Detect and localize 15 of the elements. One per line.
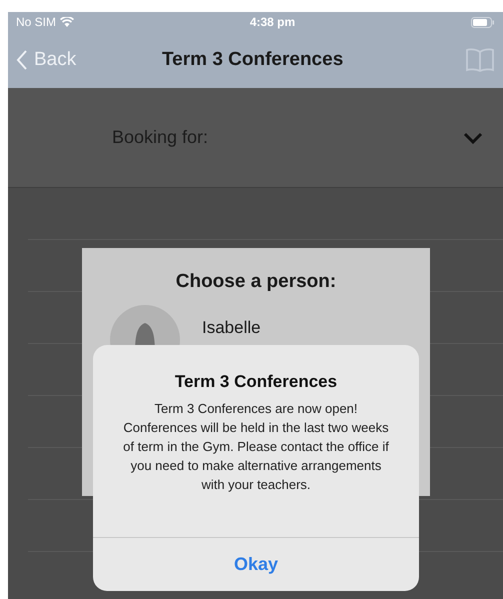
clock-time: 4:38 pm [250, 14, 296, 31]
alert-title: Term 3 Conferences [174, 371, 338, 393]
alert-message: Term 3 Conferences are now open! Conferences will be held in the last two weeks of term in the Gym. Please contact the office if you need to make alternative arrangements with your teachers. [122, 400, 390, 494]
book-icon[interactable] [465, 47, 495, 73]
battery-icon [471, 16, 495, 28]
person-name[interactable]: Isabelle [202, 314, 261, 340]
picker-title: Choose a person: [176, 270, 336, 294]
chevron-left-icon [16, 49, 28, 71]
chevron-down-icon[interactable] [463, 130, 483, 144]
booking-label: Booking for: [112, 126, 208, 149]
okay-button[interactable]: Okay [93, 537, 419, 591]
back-button[interactable]: Back [16, 46, 76, 74]
carrier-label: No SIM [16, 14, 56, 31]
screen-title: Term 3 Conferences [162, 48, 344, 72]
wifi-icon [60, 16, 74, 28]
